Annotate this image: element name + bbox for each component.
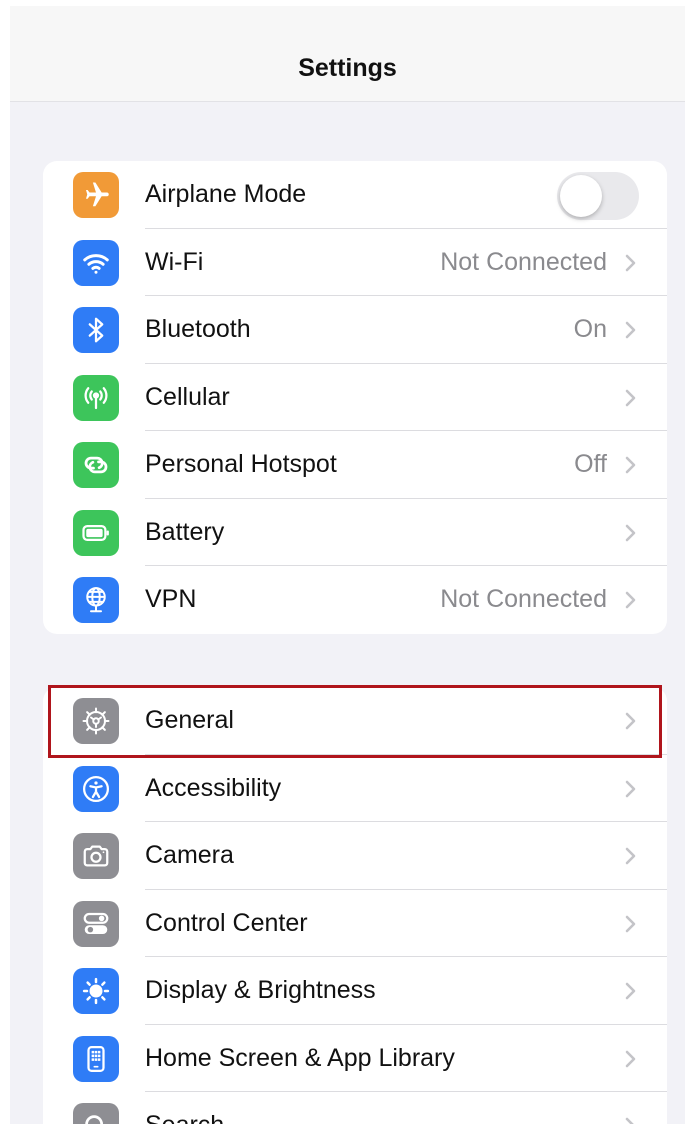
wifi-icon <box>73 239 119 286</box>
navigation-bar: Settings <box>10 6 685 102</box>
search-icon <box>73 1103 119 1124</box>
settings-row-airplane-mode[interactable]: Airplane Mode <box>43 161 667 229</box>
chevron-right-icon <box>621 523 639 543</box>
settings-row-label: Bluetooth <box>145 315 251 343</box>
globe-icon <box>73 577 119 623</box>
settings-row-label: Display & Brightness <box>145 976 376 1004</box>
settings-row-label: Search <box>145 1092 224 1124</box>
chevron-right-icon <box>621 388 639 408</box>
settings-row-label: Cellular <box>145 382 230 411</box>
antenna-icon <box>73 374 119 421</box>
settings-row-wifi[interactable]: Wi-Fi Not Connected <box>43 229 667 296</box>
chevron-right-icon <box>621 590 639 610</box>
settings-row-label: Control Center <box>145 908 308 937</box>
settings-row-search[interactable]: Search <box>43 1092 667 1124</box>
settings-row-value: Not Connected <box>440 585 607 613</box>
settings-row-display-brightness[interactable]: Display & Brightness <box>43 957 667 1025</box>
chevron-right-icon <box>621 253 639 273</box>
settings-row-label: Airplane Mode <box>145 180 307 208</box>
chevron-right-icon <box>621 1116 639 1124</box>
airplane-icon <box>73 172 119 218</box>
connectivity-settings-group: Airplane Mode Wi-Fi Not Connected Bluetooth… <box>43 161 667 634</box>
settings-row-accessibility[interactable]: Accessibility <box>43 755 667 822</box>
sun-icon <box>73 968 119 1014</box>
settings-screen: Settings Airplane Mode Wi-Fi Not Connected… <box>10 6 685 1124</box>
settings-row-label: Personal Hotspot <box>145 450 337 478</box>
link-icon <box>73 442 119 488</box>
chevron-right-icon <box>621 320 639 340</box>
settings-row-battery[interactable]: Battery <box>43 499 667 566</box>
toggle-knob <box>560 175 602 217</box>
settings-row-cellular[interactable]: Cellular <box>43 364 667 431</box>
switches-icon <box>73 900 119 947</box>
chevron-right-icon <box>621 981 639 1001</box>
chevron-right-icon <box>621 846 639 866</box>
settings-row-control-center[interactable]: Control Center <box>43 890 667 957</box>
settings-row-label: Camera <box>145 841 234 869</box>
settings-row-label: General <box>145 706 234 734</box>
settings-row-label: Wi-Fi <box>145 247 204 276</box>
chevron-right-icon <box>621 711 639 731</box>
camera-icon <box>73 833 119 879</box>
settings-row-bluetooth[interactable]: Bluetooth On <box>43 296 667 364</box>
page-title: Settings <box>298 54 397 82</box>
chevron-right-icon <box>621 1049 639 1069</box>
settings-row-personal-hotspot[interactable]: Personal Hotspot Off <box>43 431 667 499</box>
battery-icon <box>73 509 119 556</box>
settings-row-home-screen[interactable]: Home Screen & App Library <box>43 1025 667 1092</box>
chevron-right-icon <box>621 779 639 799</box>
settings-row-camera[interactable]: Camera <box>43 822 667 890</box>
phone-grid-icon <box>73 1035 119 1082</box>
settings-row-value: Off <box>574 450 607 478</box>
settings-row-vpn[interactable]: VPN Not Connected <box>43 566 667 634</box>
bluetooth-icon <box>73 307 119 353</box>
settings-row-value: On <box>573 315 607 343</box>
settings-row-label: Accessibility <box>145 773 282 802</box>
settings-row-label: Battery <box>145 517 225 546</box>
settings-row-value: Not Connected <box>440 247 607 276</box>
airplane-mode-toggle[interactable] <box>557 172 639 220</box>
gear-icon <box>73 698 119 744</box>
chevron-right-icon <box>621 914 639 934</box>
settings-row-general[interactable]: General <box>43 687 667 755</box>
chevron-right-icon <box>621 455 639 475</box>
settings-row-label: Home Screen & App Library <box>145 1043 455 1072</box>
system-settings-group: General Accessibility Camera Control Center… <box>43 687 667 1124</box>
settings-row-label: VPN <box>145 585 197 613</box>
accessibility-icon <box>73 765 119 812</box>
